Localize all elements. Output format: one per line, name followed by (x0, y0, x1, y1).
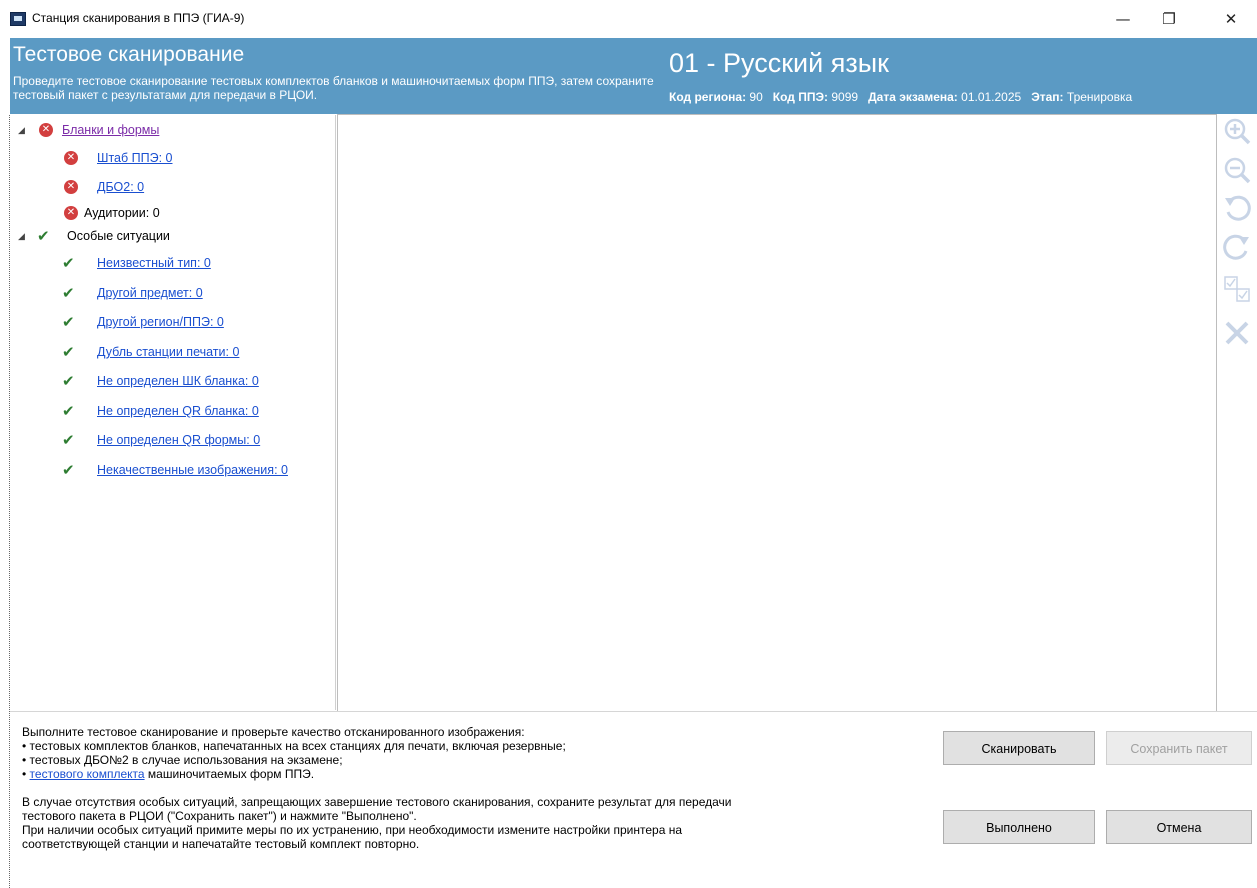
check-pages-icon[interactable] (1221, 274, 1253, 306)
stage-value: Тренировка (1066, 90, 1133, 104)
instructions-bullet: • тестовых комплектов бланков, напечатан… (22, 739, 566, 753)
tree-item-label[interactable]: Другой предмет: 0 (97, 283, 203, 303)
error-icon: ✕ (64, 206, 78, 220)
page-description: Проведите тестовое сканирование тестовых… (13, 74, 654, 102)
exam-info: Код региона: 90 Код ППЭ: 9099 Дата экзам… (669, 90, 1132, 104)
collapse-arrow-icon[interactable]: ◢ (18, 226, 25, 246)
scan-button[interactable]: Сканировать (943, 731, 1095, 765)
date-label: Дата экзамена: (868, 90, 958, 104)
check-icon: ✔ (62, 402, 75, 420)
tree-item-qr-form-undefined[interactable]: ✔ Не определен QR формы: 0 (10, 430, 330, 450)
instructions-bullet: • тестовых ДБО№2 в случае использования … (22, 753, 343, 767)
maximize-button[interactable]: ❐ (1146, 6, 1192, 32)
bullet-suffix: машиночитаемых форм ППЭ. (144, 767, 315, 781)
check-icon: ✔ (62, 343, 75, 361)
app-icon (10, 12, 26, 26)
check-icon: ✔ (62, 284, 75, 302)
rotate-left-icon[interactable] (1221, 194, 1253, 226)
window-title: Станция сканирования в ППЭ (ГИА-9) (32, 11, 245, 25)
check-icon: ✔ (62, 431, 75, 449)
tree-item-dbo2[interactable]: ✕ ДБО2: 0 (10, 177, 330, 197)
check-icon: ✔ (62, 461, 75, 479)
tree-item-label[interactable]: Другой регион/ППЭ: 0 (97, 312, 224, 332)
exam-subject: 01 - Русский язык (669, 48, 889, 78)
tree-item-auditoriums[interactable]: ✕ Аудитории: 0 (10, 203, 330, 223)
tree-group-forms[interactable]: ◢ ✕ Бланки и формы (10, 120, 330, 140)
check-icon: ✔ (62, 372, 75, 390)
instructions-line: В случае отсутствия особых ситуаций, зап… (22, 795, 732, 809)
tree-item-label: Аудитории: 0 (84, 206, 160, 220)
tree-item-label[interactable]: Неизвестный тип: 0 (97, 253, 211, 273)
tree-group-label: Особые ситуации (67, 229, 170, 243)
tree-group-special[interactable]: ◢ ✔ Особые ситуации (10, 226, 330, 246)
instructions-line: При наличии особых ситуаций примите меры… (22, 823, 683, 837)
tree-item-label[interactable]: Не определен ШК бланка: 0 (97, 371, 259, 391)
results-tree[interactable]: ◢ ✕ Бланки и формы ✕ Штаб ППЭ: 0 ✕ ДБО2:… (10, 115, 336, 710)
tree-item-label[interactable]: Штаб ППЭ: 0 (97, 148, 172, 168)
error-icon: ✕ (64, 180, 78, 194)
rotate-right-icon[interactable] (1221, 233, 1253, 265)
zoom-out-icon[interactable] (1221, 155, 1253, 187)
error-icon: ✕ (64, 151, 78, 165)
header-banner: Тестовое сканирование Проведите тестовое… (10, 38, 1257, 114)
check-icon: ✔ (62, 254, 75, 272)
instructions-panel: Выполните тестовое сканирование и провер… (22, 725, 902, 851)
tree-item-print-duplicate[interactable]: ✔ Дубль станции печати: 0 (10, 342, 330, 362)
test-kit-link[interactable]: тестового комплекта (30, 767, 145, 781)
error-icon: ✕ (39, 123, 53, 137)
tree-item-low-quality[interactable]: ✔ Некачественные изображения: 0 (10, 460, 330, 480)
instructions-line: соответствующей станции и напечатайте те… (22, 837, 420, 851)
bullet-prefix: • (22, 767, 30, 781)
ppe-label: Код ППЭ: (772, 90, 829, 104)
region-value: 90 (749, 90, 763, 104)
minimize-button[interactable]: — (1100, 6, 1146, 32)
check-icon: ✔ (62, 313, 75, 331)
done-button[interactable]: Выполнено (943, 810, 1095, 844)
delete-icon[interactable] (1221, 318, 1253, 350)
date-value: 01.01.2025 (961, 90, 1022, 104)
window-titlebar: Станция сканирования в ППЭ (ГИА-9) — ❐ ✕ (0, 0, 1257, 38)
bottom-separator (10, 711, 1257, 712)
scan-image-viewer[interactable] (337, 114, 1217, 712)
instructions-bullet: • тестового комплекта машиночитаемых фор… (22, 767, 902, 781)
tree-item-label[interactable]: Некачественные изображения: 0 (97, 460, 288, 480)
check-icon: ✔ (37, 227, 50, 245)
collapse-arrow-icon[interactable]: ◢ (18, 120, 25, 140)
tree-item-label[interactable]: Дубль станции печати: 0 (97, 342, 239, 362)
tree-item-label[interactable]: Не определен QR формы: 0 (97, 430, 260, 450)
tree-item-staff[interactable]: ✕ Штаб ППЭ: 0 (10, 148, 330, 168)
tree-item-other-subject[interactable]: ✔ Другой предмет: 0 (10, 283, 330, 303)
instructions-line: тестового пакета в РЦОИ ("Сохранить паке… (22, 809, 417, 823)
instructions-line: Выполните тестовое сканирование и провер… (22, 725, 525, 739)
close-button[interactable]: ✕ (1208, 6, 1254, 32)
tree-item-barcode-undefined[interactable]: ✔ Не определен ШК бланка: 0 (10, 371, 330, 391)
tree-item-qr-blank-undefined[interactable]: ✔ Не определен QR бланка: 0 (10, 401, 330, 421)
ppe-value: 9099 (831, 90, 859, 104)
tree-group-label[interactable]: Бланки и формы (62, 120, 159, 140)
cancel-button[interactable]: Отмена (1106, 810, 1252, 844)
tree-item-label[interactable]: Не определен QR бланка: 0 (97, 401, 259, 421)
zoom-in-icon[interactable] (1221, 116, 1253, 148)
tree-item-unknown-type[interactable]: ✔ Неизвестный тип: 0 (10, 253, 330, 273)
tree-item-label[interactable]: ДБО2: 0 (97, 177, 144, 197)
page-title: Тестовое сканирование (13, 43, 245, 66)
save-package-button[interactable]: Сохранить пакет (1106, 731, 1252, 765)
tree-item-other-region[interactable]: ✔ Другой регион/ППЭ: 0 (10, 312, 330, 332)
stage-label: Этап: (1031, 90, 1064, 104)
region-label: Код региона: (669, 90, 747, 104)
